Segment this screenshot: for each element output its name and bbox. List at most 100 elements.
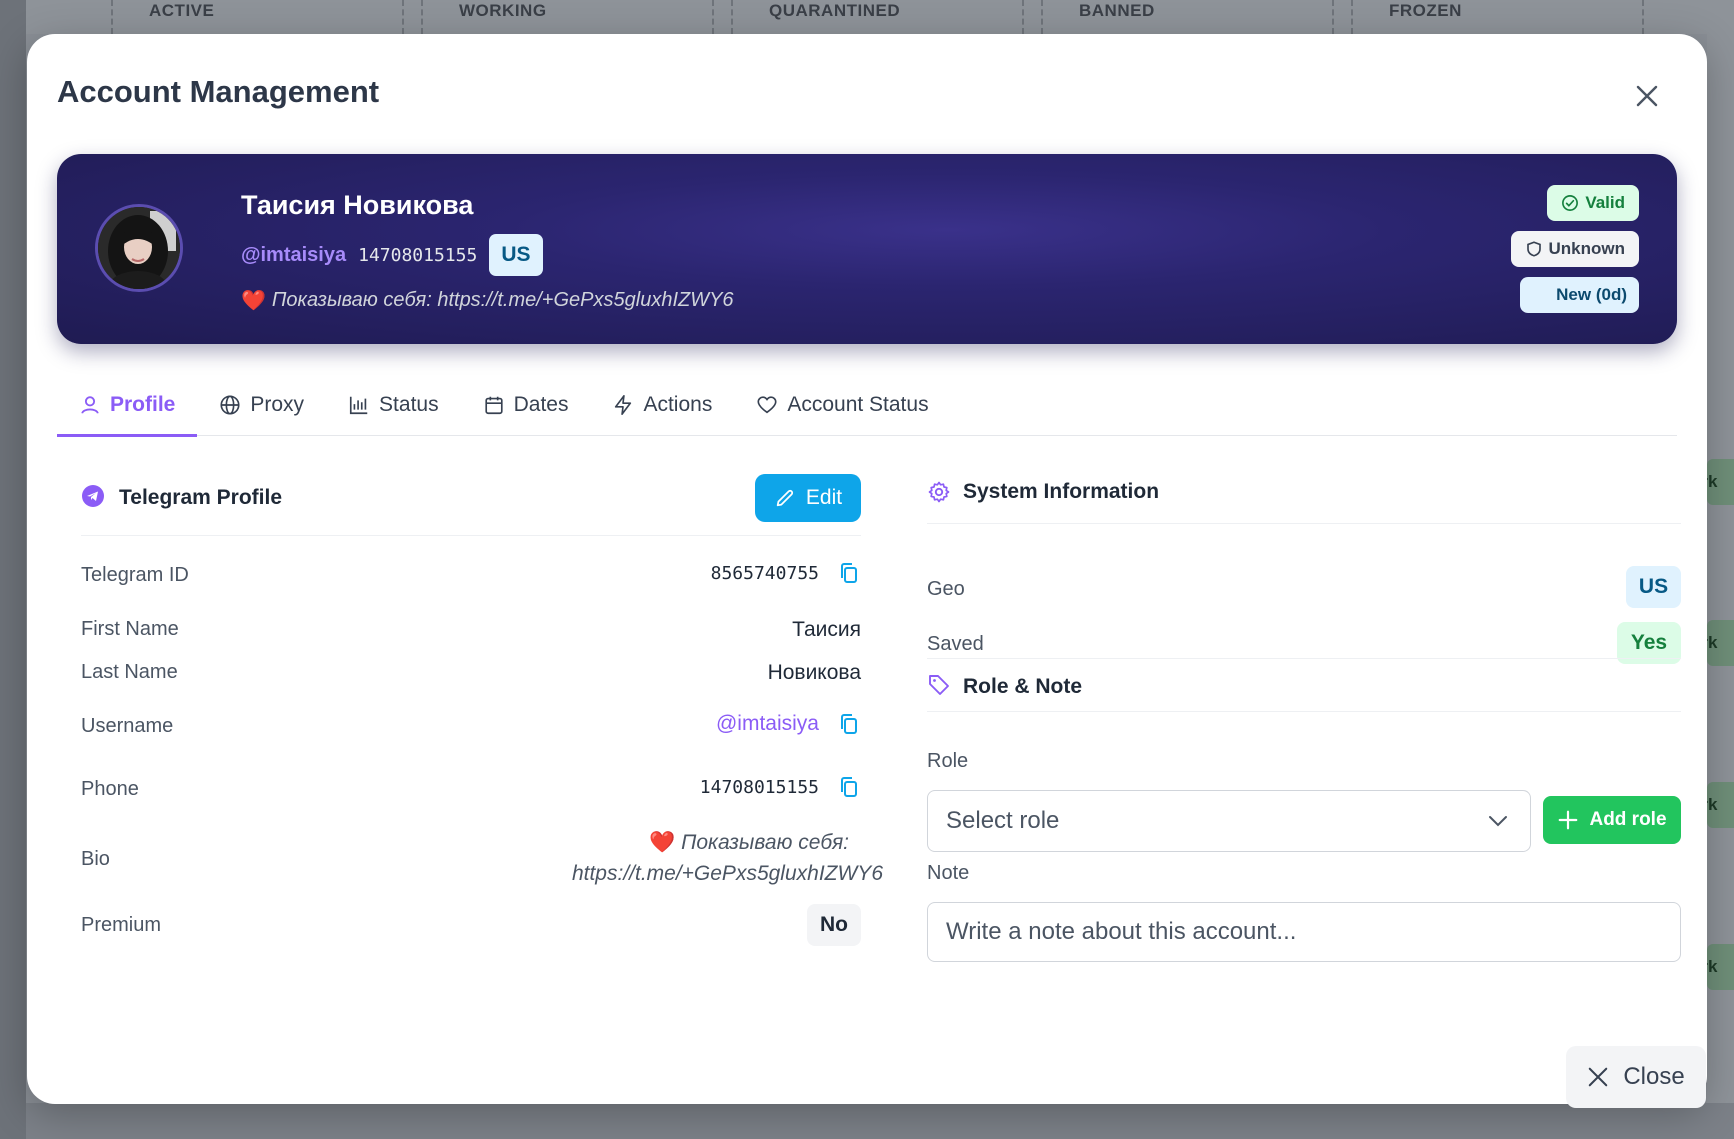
status-badge-unknown-label: Unknown: [1548, 239, 1626, 258]
bio-line-1: ❤️ Показываю себя:: [477, 827, 849, 858]
hero-phone: 14708015155: [358, 244, 478, 266]
board-side-tag: ork: [1707, 459, 1734, 505]
bio-text-line-1: Показываю себя:: [681, 831, 849, 854]
add-role-button[interactable]: Add role: [1543, 796, 1681, 844]
profile-hero-card: Таисия Новикова @imtaisiya 14708015155 U…: [57, 154, 1677, 344]
avatar-image: [98, 207, 180, 289]
gear-icon: [928, 481, 950, 503]
pencil-icon: [776, 489, 793, 507]
system-information-header: System Information: [927, 474, 1681, 524]
tab-account-status[interactable]: Account Status: [734, 374, 950, 436]
tab-label: Account Status: [787, 393, 929, 416]
hero-geo-badge: US: [489, 234, 543, 276]
board-column-headers: ACTIVE WORKING QUARANTINED BANNED FROZEN: [26, 0, 1734, 34]
field-label-phone: Phone: [81, 778, 139, 800]
lightning-icon: [615, 395, 632, 415]
field-value-first-name: Таисия: [792, 618, 861, 642]
board-side-tag: ork: [1707, 944, 1734, 990]
copy-icon[interactable]: [837, 712, 861, 736]
avatar: [95, 204, 183, 292]
field-label-bio: Bio: [81, 848, 110, 870]
note-label: Note: [927, 862, 970, 884]
tab-bar: Profile Proxy Status Dates Actions Accou…: [57, 374, 1677, 437]
plus-icon: [1559, 810, 1578, 830]
hero-bio-text: Показываю себя: https://t.me/+GePxs5glux…: [271, 289, 734, 311]
edit-button[interactable]: Edit: [755, 474, 861, 522]
role-select[interactable]: Select role: [927, 790, 1531, 852]
add-role-label: Add role: [1589, 809, 1667, 830]
heart-emoji-icon: ❤️: [649, 831, 676, 854]
board-column-banned: BANNED: [1041, 0, 1334, 34]
tab-proxy[interactable]: Proxy: [197, 374, 326, 436]
tab-status[interactable]: Status: [326, 374, 461, 436]
bio-value: ❤️ Показываю себя: https://t.me/+GePxs5g…: [477, 827, 883, 889]
copy-icon[interactable]: [837, 561, 861, 585]
close-icon: [1636, 85, 1658, 107]
system-information-title: System Information: [963, 480, 1160, 503]
status-badge-valid: Valid: [1547, 185, 1639, 221]
board-side-tag: ork: [1707, 620, 1734, 666]
board-side-tag: ork: [1707, 782, 1734, 828]
field-label-premium: Premium: [81, 914, 162, 936]
check-circle-icon: [1562, 195, 1579, 211]
field-label-telegram-id: Telegram ID: [81, 564, 189, 586]
field-value-last-name: Новикова: [768, 661, 861, 685]
first-name-value: Таисия: [792, 618, 861, 641]
tab-actions[interactable]: Actions: [590, 374, 734, 436]
role-note-title: Role & Note: [963, 675, 1083, 698]
edit-button-label: Edit: [805, 486, 843, 509]
field-label-first-name: First Name: [81, 618, 179, 640]
bar-chart-icon: [349, 396, 368, 415]
modal-title: Account Management: [57, 74, 380, 109]
last-name-value: Новикова: [767, 661, 861, 684]
field-label-last-name: Last Name: [81, 661, 178, 683]
geo-label: Geo: [927, 578, 965, 600]
geo-value-badge: US: [1626, 566, 1681, 608]
telegram-profile-title: Telegram Profile: [119, 486, 282, 509]
field-label-username: Username: [81, 715, 174, 737]
field-value-username: @imtaisiya: [716, 712, 861, 736]
telegram-icon: [82, 485, 104, 507]
hero-name: Таисия Новикова: [241, 190, 474, 220]
user-icon: [81, 396, 99, 414]
telegram-id-value: 8565740755: [710, 562, 819, 584]
globe-icon: [220, 395, 240, 415]
calendar-icon: [484, 396, 503, 415]
close-button-label: Close: [1623, 1063, 1685, 1090]
hero-username[interactable]: @imtaisiya: [241, 244, 346, 267]
hero-subline: @imtaisiya 14708015155 US: [241, 234, 543, 276]
copy-icon[interactable]: [837, 775, 861, 799]
phone-value: 14708015155: [699, 776, 819, 798]
tab-label: Status: [379, 393, 439, 416]
saved-label: Saved: [927, 633, 984, 655]
tab-dates[interactable]: Dates: [461, 374, 591, 436]
tab-profile[interactable]: Profile: [57, 374, 198, 437]
status-badge-unknown: Unknown: [1510, 231, 1639, 267]
telegram-profile-header: Telegram Profile Edit: [81, 474, 861, 536]
board-column-quarantined: QUARANTINED: [731, 0, 1024, 34]
modal-close-x-button[interactable]: [1627, 76, 1667, 116]
role-note-header: Role & Note: [927, 658, 1681, 712]
bio-text-line-2: https://t.me/+GePxs5gluxhIZWY6: [571, 862, 883, 885]
field-value-telegram-id: 8565740755: [711, 561, 861, 585]
chevron-down-icon: [1489, 816, 1507, 827]
close-button[interactable]: Close: [1566, 1046, 1706, 1108]
note-input[interactable]: [927, 902, 1681, 962]
account-management-modal: Account Management Таисия Новикова @imta…: [27, 34, 1707, 1108]
shield-icon: [1526, 241, 1541, 257]
status-badge-valid-label: Valid: [1585, 193, 1625, 212]
board-column-active: ACTIVE: [111, 0, 404, 34]
tab-label: Actions: [643, 393, 713, 416]
premium-value: No: [807, 904, 861, 946]
board-bottom-strip: [26, 1103, 1734, 1139]
heart-emoji-icon: ❤️: [241, 290, 266, 312]
username-value-link[interactable]: @imtaisiya: [716, 712, 819, 736]
role-label: Role: [927, 750, 969, 772]
status-badge-new: New (0d): [1520, 277, 1639, 313]
heart-icon: [757, 396, 777, 414]
tab-label: Proxy: [250, 393, 305, 416]
tab-label: Profile: [110, 393, 176, 416]
tab-label: Dates: [513, 393, 569, 416]
field-value-phone: 14708015155: [700, 775, 861, 799]
board-column-frozen: FROZEN: [1351, 0, 1644, 34]
